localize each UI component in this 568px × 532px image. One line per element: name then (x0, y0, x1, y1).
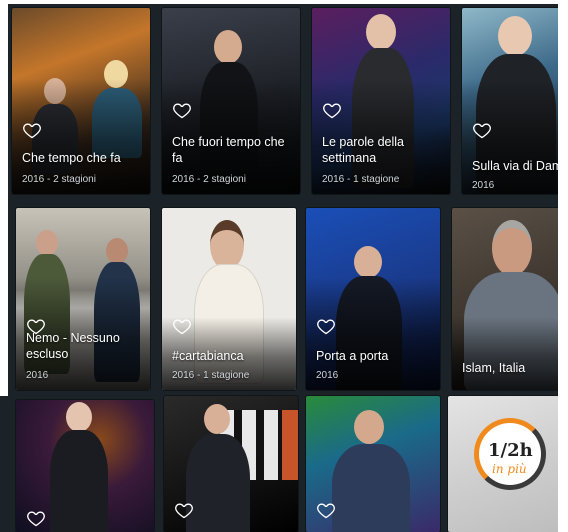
heart-icon[interactable] (322, 100, 342, 120)
program-card[interactable] (164, 396, 298, 532)
program-title: Islam, Italia (462, 361, 526, 375)
page-edge-left (0, 0, 8, 396)
program-meta: 2016 - 2 stagioni (172, 174, 246, 185)
tile-gradient (452, 317, 568, 390)
program-meta: 2016 - 2 stagioni (22, 174, 96, 185)
program-title: Che tempo che fa (22, 151, 121, 165)
heart-icon[interactable] (316, 316, 336, 336)
heart-icon[interactable] (26, 508, 46, 528)
program-card[interactable]: Nemo - Nessuno escluso 2016 (16, 208, 150, 390)
heart-icon[interactable] (316, 500, 336, 520)
heart-icon[interactable] (172, 100, 192, 120)
program-logo: 1/2h (488, 440, 533, 461)
program-card[interactable]: Che tempo che fa 2016 - 2 stagioni (12, 8, 150, 194)
program-card[interactable]: Che fuori tempo che fa 2016 - 2 stagioni (162, 8, 300, 194)
program-title: Le parole della settimana (322, 135, 405, 165)
program-meta: 2016 - 1 stagione (172, 370, 250, 381)
program-meta: 2016 - 1 stagione (322, 174, 400, 185)
heart-icon[interactable] (472, 120, 492, 140)
program-meta: 2016 (472, 180, 495, 191)
program-title: Sulla via di Damasco (472, 159, 568, 173)
page-edge-top (0, 0, 568, 4)
heart-icon[interactable] (22, 120, 42, 140)
program-title: Che fuori tempo che fa (172, 135, 285, 165)
program-card[interactable] (306, 396, 440, 532)
program-meta: 2016 (26, 370, 49, 381)
program-grid: Che tempo che fa 2016 - 2 stagioni Che f… (0, 0, 568, 532)
backdrop-accent (282, 410, 298, 480)
program-card[interactable]: Porta a porta 2016 (306, 208, 440, 390)
program-title: #cartabianca (172, 349, 244, 363)
program-card[interactable]: Sulla via di Damasco 2016 (462, 8, 568, 194)
program-card[interactable]: #cartabianca 2016 - 1 stagione (162, 208, 296, 390)
program-meta: 2016 (316, 370, 339, 381)
heart-icon[interactable] (174, 500, 194, 520)
program-card[interactable]: 1/2h in più (448, 396, 568, 532)
program-card[interactable] (16, 400, 154, 532)
program-title: Nemo - Nessuno escluso (26, 331, 120, 361)
program-card[interactable]: Le parole della settimana 2016 - 1 stagi… (312, 8, 450, 194)
heart-icon[interactable] (172, 316, 192, 336)
program-card[interactable]: Islam, Italia (452, 208, 568, 390)
program-title: Porta a porta (316, 349, 389, 363)
page-edge-right (558, 0, 568, 532)
program-logo-subtitle: in più (492, 462, 527, 476)
